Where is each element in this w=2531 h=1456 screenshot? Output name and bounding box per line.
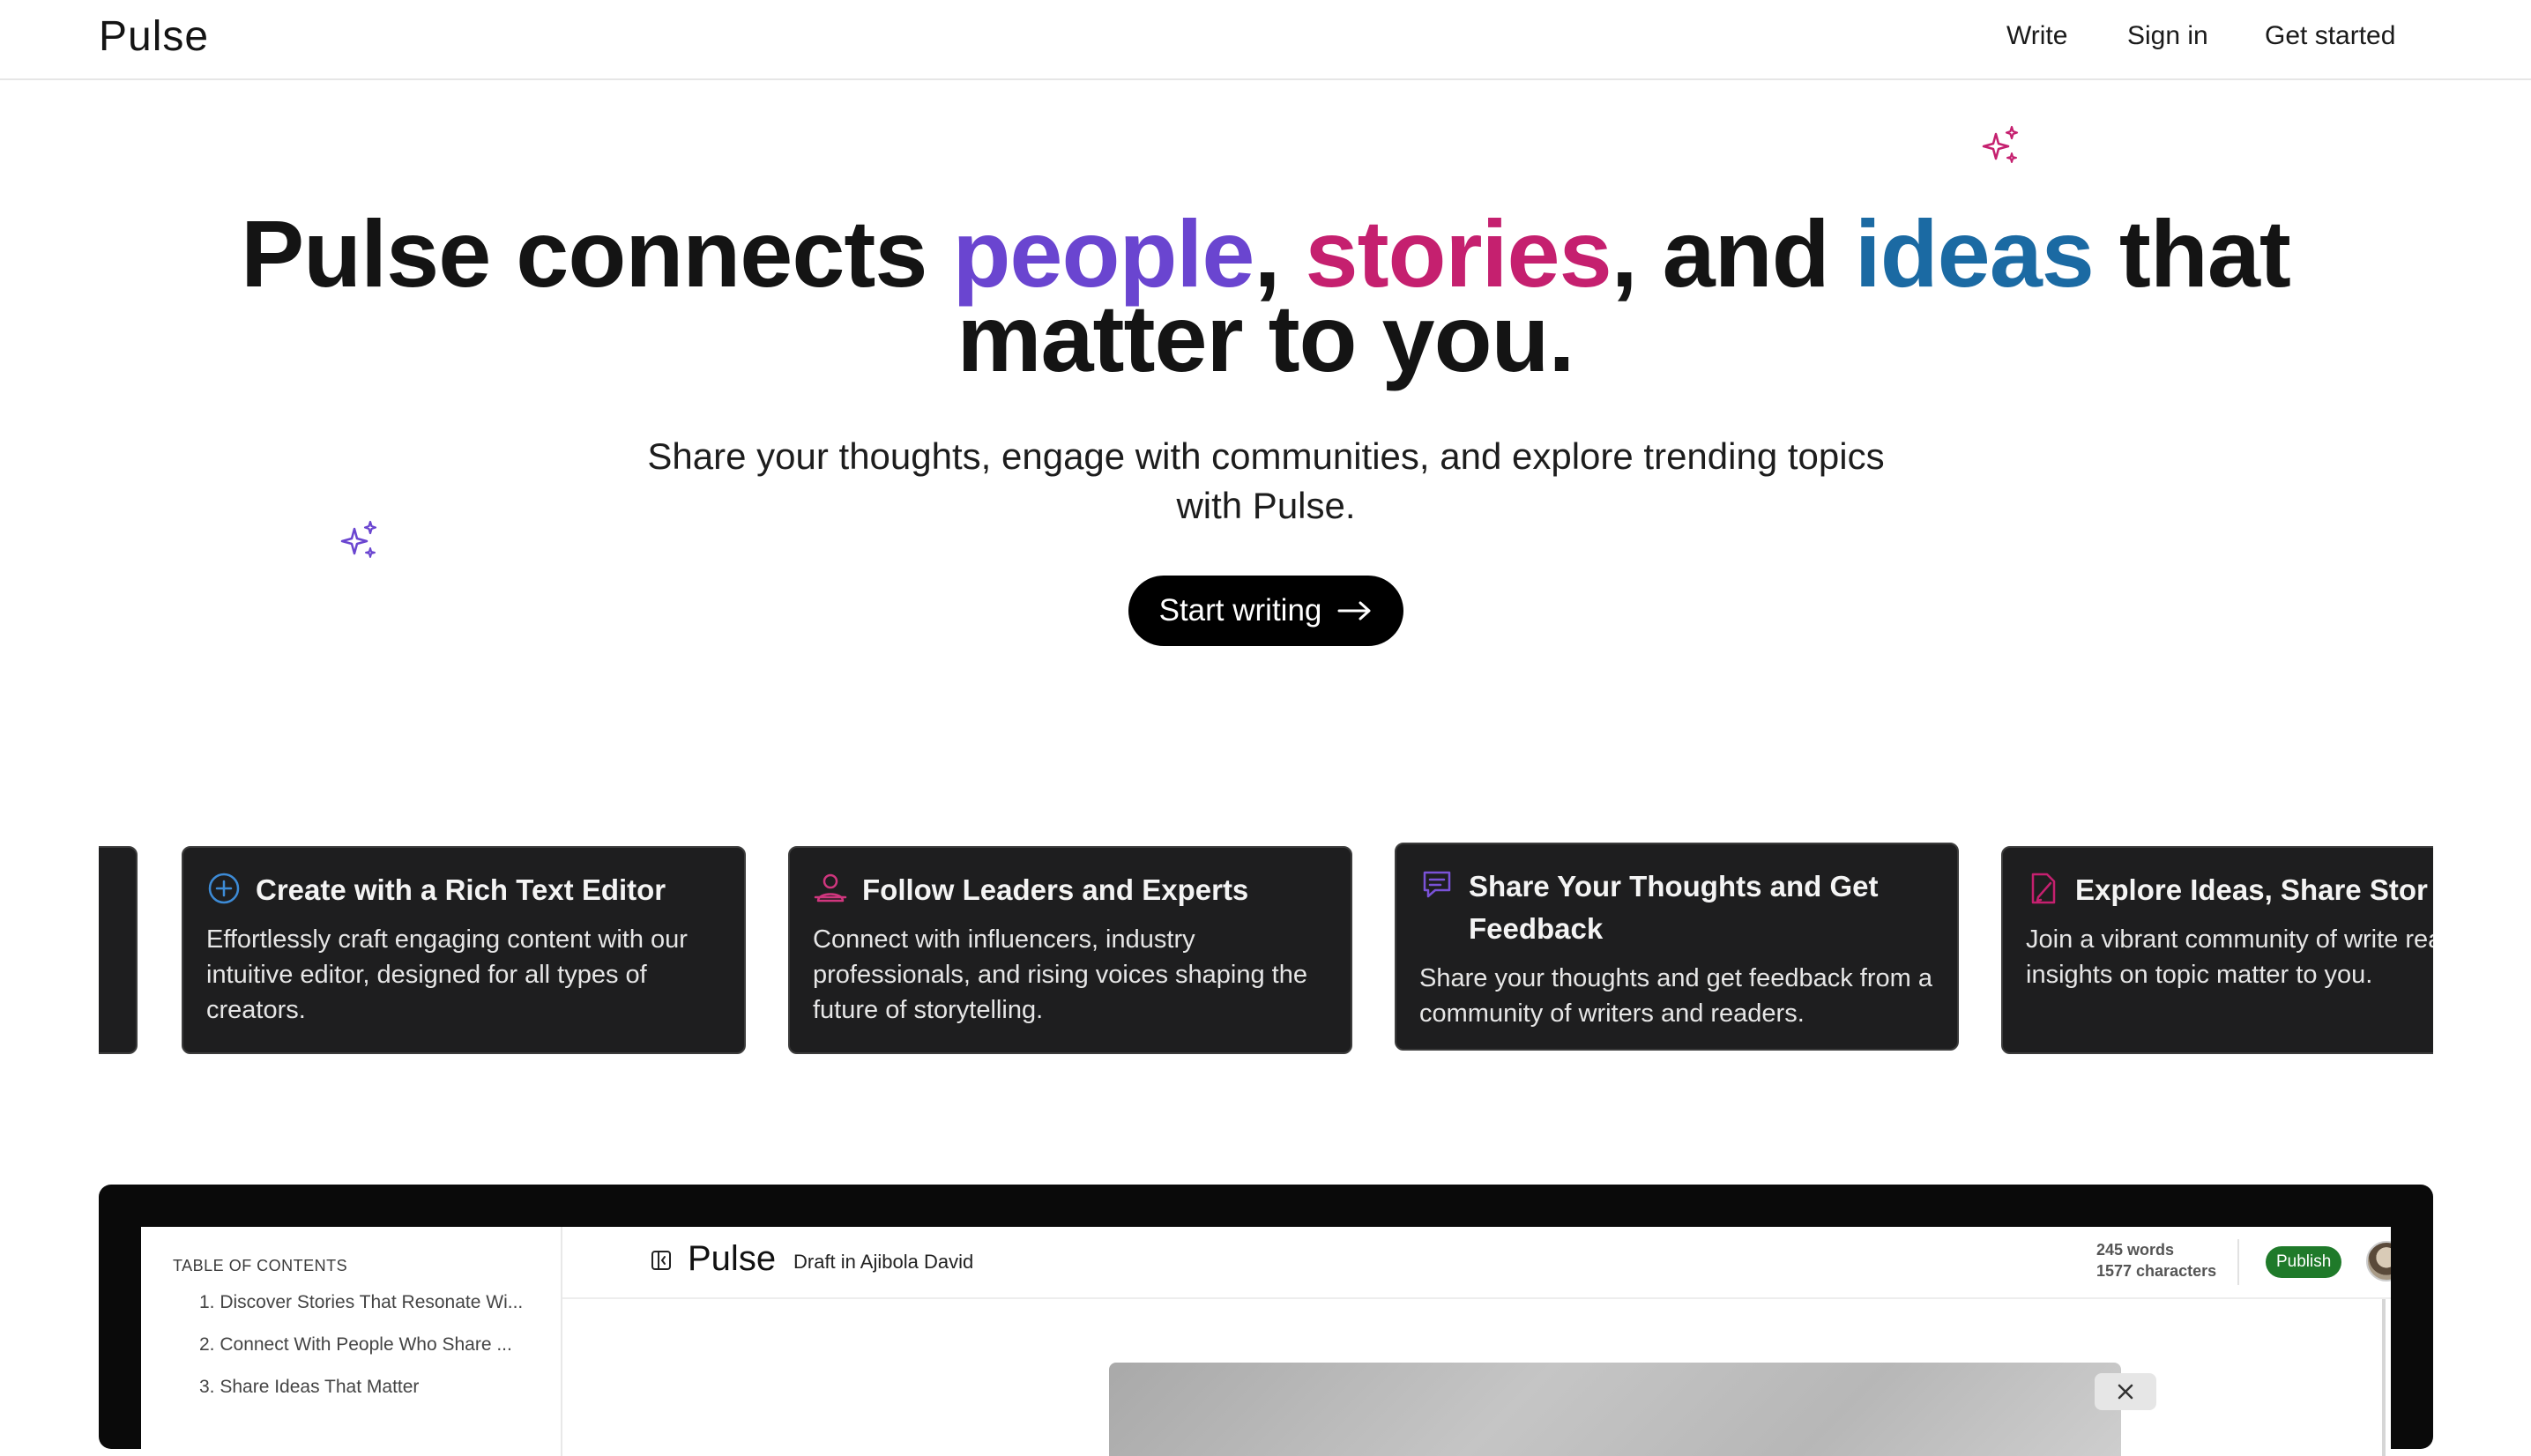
characters-count: 1577 characters	[2096, 1262, 2217, 1280]
feature-title: Create with a Rich Text Editor	[256, 873, 666, 906]
toolbar-divider	[2237, 1239, 2239, 1285]
toc-heading: TABLE OF CONTENTS	[173, 1257, 348, 1274]
word-count: 245 words 1577 characters	[2096, 1239, 2216, 1281]
nav-signin-link[interactable]: Sign in	[2127, 21, 2208, 51]
sidebar-toggle-icon[interactable]	[651, 1250, 672, 1271]
words-count: 245 words	[2096, 1241, 2175, 1259]
feature-title: Follow Leaders and Experts	[862, 873, 1249, 906]
feature-description: Join a vibrant community of write reader…	[2026, 925, 2433, 989]
table-of-contents: TABLE OF CONTENTS 1. Discover Stories Th…	[141, 1227, 562, 1456]
feature-title: Share Your Thoughts and Get Feedback	[1469, 870, 1879, 945]
draft-label: Draft in Ajibola David	[793, 1251, 974, 1273]
message-icon	[1423, 871, 1451, 898]
nav-get-started-link[interactable]: Get started	[2265, 21, 2395, 51]
feature-card[interactable]	[99, 846, 138, 1054]
remove-image-button[interactable]	[2095, 1373, 2156, 1410]
hero-title-line2: matter to you.	[957, 285, 1574, 391]
feature-description: Connect with influencers, industry profe…	[813, 925, 1307, 1024]
start-writing-label: Start writing	[1158, 593, 1322, 628]
top-nav: Pulse Write Sign in Get started	[0, 0, 2531, 80]
feature-carousel[interactable]: Create with a Rich Text Editor Effortles…	[99, 837, 2433, 1066]
start-writing-button[interactable]: Start writing	[1128, 576, 1403, 646]
editor-toolbar: Pulse Draft in Ajibola David 245 words 1…	[562, 1227, 2391, 1299]
avatar[interactable]	[2366, 1241, 2391, 1281]
scrollbar[interactable]	[2382, 1299, 2386, 1456]
feature-card[interactable]: Explore Ideas, Share Stor Join a vibrant…	[2001, 846, 2433, 1054]
hero-title-text: Pulse connects	[241, 200, 953, 307]
hero-word-ideas: ideas	[1854, 200, 2095, 307]
site-logo[interactable]: Pulse	[99, 12, 209, 61]
feature-card[interactable]: Share Your Thoughts and Get Feedback Sha…	[1395, 843, 1959, 1051]
hero-subtitle-line1: Share your thoughts, engage with communi…	[647, 435, 1885, 477]
user-follow-icon	[814, 873, 847, 903]
toc-item[interactable]: 3. Share Ideas That Matter	[199, 1377, 419, 1398]
hero-subtitle-line2: with Pulse.	[1176, 485, 1356, 526]
feature-description: Effortlessly craft engaging content with…	[206, 925, 688, 1024]
feature-card[interactable]: Create with a Rich Text Editor Effortles…	[182, 846, 746, 1054]
sparkle-icon	[340, 520, 377, 558]
sparkle-icon	[1982, 125, 2019, 163]
close-icon	[2118, 1384, 2133, 1400]
app-logo: Pulse	[688, 1239, 777, 1278]
hero-title-text: that	[2093, 200, 2291, 307]
cover-image	[1109, 1363, 2156, 1456]
hero-title-text: , and	[1611, 200, 1855, 307]
feature-description: Share your thoughts and get feedback fro…	[1419, 964, 1932, 1028]
feature-card[interactable]: Follow Leaders and Experts Connect with …	[788, 846, 1352, 1054]
app-preview: TABLE OF CONTENTS 1. Discover Stories Th…	[99, 1185, 2433, 1456]
arrow-right-icon	[1337, 601, 1371, 620]
toc-item[interactable]: 2. Connect With People Who Share ...	[199, 1334, 512, 1356]
document-pen-icon	[2031, 873, 2056, 904]
toc-item[interactable]: 1. Discover Stories That Resonate Wi...	[199, 1292, 523, 1313]
publish-button[interactable]: Publish	[2266, 1246, 2342, 1278]
feature-title: Explore Ideas, Share Stor	[2075, 873, 2428, 906]
plus-circle-icon	[208, 873, 240, 904]
hero-subtitle: Share your thoughts, engage with communi…	[564, 432, 1968, 531]
editor-window: TABLE OF CONTENTS 1. Discover Stories Th…	[141, 1227, 2391, 1456]
hero-title: Pulse connects people, stories, and idea…	[0, 206, 2531, 386]
nav-write-link[interactable]: Write	[2006, 21, 2067, 51]
